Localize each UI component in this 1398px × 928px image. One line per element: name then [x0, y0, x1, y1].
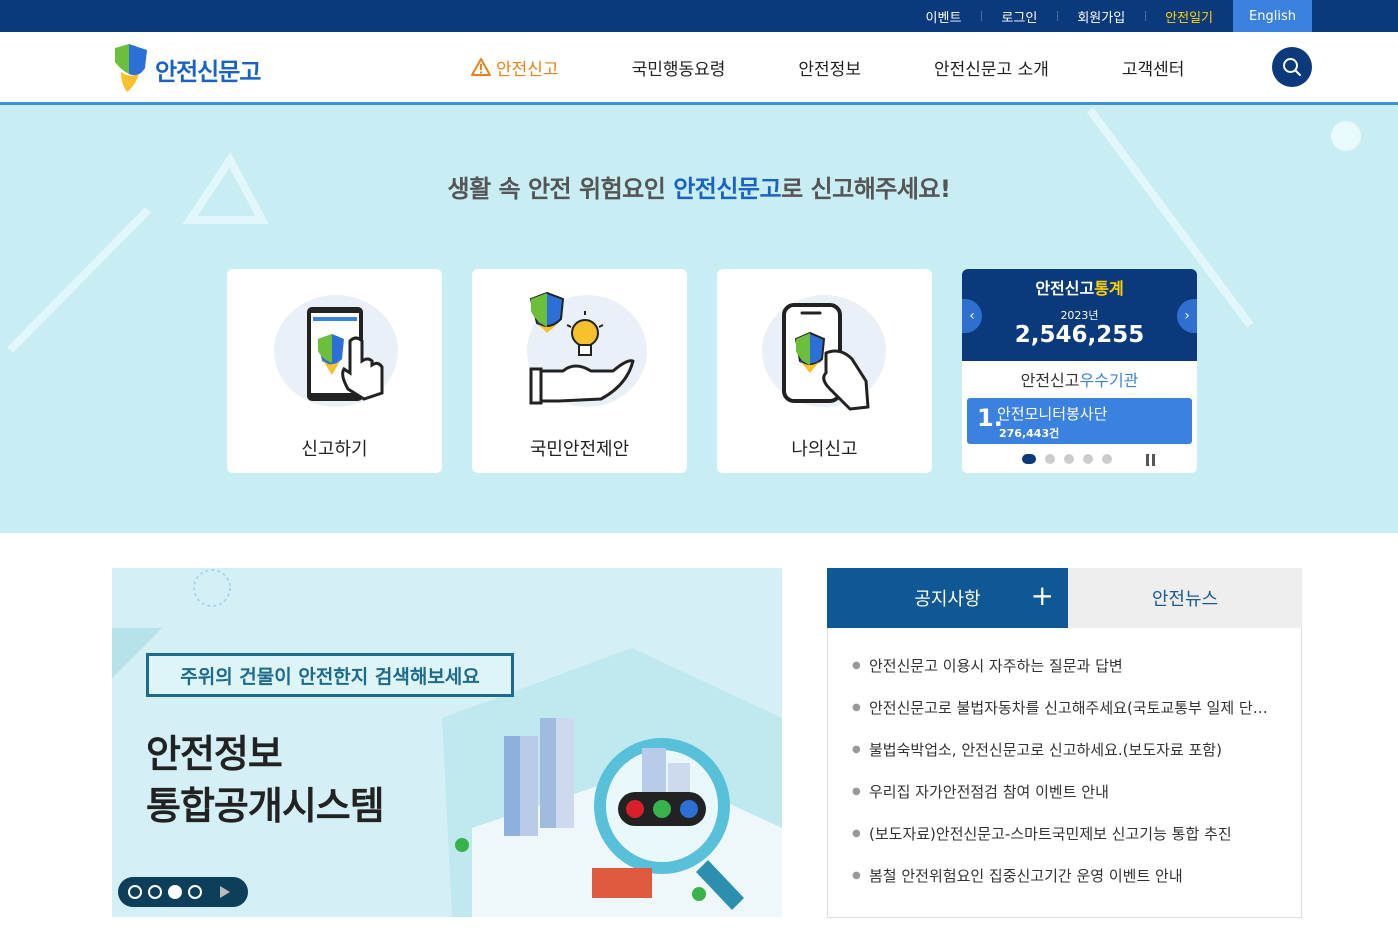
- hero-title: 생활 속 안전 위험요인 안전신문고로 신고해주세요!: [0, 169, 1398, 204]
- hero-title-post: 로 신고해주세요!: [781, 175, 951, 203]
- login-link[interactable]: 로그인: [981, 7, 1057, 26]
- hand-lightbulb-shield-icon: [527, 291, 647, 407]
- notice-list: ● 안전신문고 이용시 자주하는 질문과 답변 ● 안전신문고로 불법자동차를 신고…: [852, 655, 1282, 907]
- logo-text: 안전신문고: [155, 57, 261, 86]
- utility-bar: 이벤트 로그인 회원가입 안전일기 English: [0, 0, 1398, 32]
- notice-title: 안전신문고로 불법자동차를 신고해주세요(국토교통부 일제 단속 기간): [869, 699, 1269, 717]
- list-item[interactable]: ● 불법숙박업소, 안전신문고로 신고하세요.(보도자료 포함): [852, 739, 1282, 781]
- search-button[interactable]: [1272, 47, 1312, 87]
- list-item[interactable]: ● 안전신문고 이용시 자주하는 질문과 답변: [852, 655, 1282, 697]
- utility-links: 이벤트 로그인 회원가입 안전일기: [906, 0, 1233, 32]
- nav-about[interactable]: 안전신문고 소개: [934, 55, 1049, 80]
- top-agencies-title-main: 안전신고: [1020, 371, 1080, 390]
- notice-title: (보도자료)안전신문고-스마트국민제보 신고기능 통합 추진: [869, 825, 1232, 843]
- banner-headline: 안전정보 통합공개시스템: [146, 728, 385, 832]
- bullet-icon: ●: [852, 786, 861, 797]
- notice-title: 불법숙박업소, 안전신문고로 신고하세요.(보도자료 포함): [869, 741, 1222, 759]
- shield-logo-icon: [115, 44, 147, 92]
- nav-safety-info[interactable]: 안전정보: [798, 55, 861, 80]
- report-card-label: 신고하기: [301, 439, 368, 460]
- notice-panel: 공지사항 + 안전뉴스 ● 안전신문고 이용시 자주하는 질문과 답변 ● 안전신문…: [827, 568, 1302, 918]
- more-plus-icon[interactable]: +: [1031, 582, 1054, 610]
- stats-count: 2,546,255: [1014, 322, 1145, 348]
- top-agencies-title-accent: 우수기관: [1079, 371, 1139, 390]
- play-icon[interactable]: [220, 886, 230, 898]
- event-link[interactable]: 이벤트: [906, 7, 982, 26]
- notice-title: 봄철 안전위험요인 집중신고기간 운영 이벤트 안내: [869, 867, 1183, 885]
- hero-section: 생활 속 안전 위험요인 안전신문고로 신고해주세요! 신고하기 국민안전제안 …: [0, 105, 1398, 533]
- stats-pagination: [1022, 454, 1112, 464]
- list-item[interactable]: ● (보도자료)안전신문고-스마트국민제보 신고기능 통합 추진: [852, 823, 1282, 865]
- hero-title-accent: 안전신문고: [673, 175, 782, 203]
- nav-label: 안전신고: [496, 59, 559, 80]
- nav-customer-center[interactable]: 고객센터: [1122, 55, 1185, 80]
- stats-title: 안전신고통계: [962, 275, 1197, 299]
- report-stats-card: 안전신고통계 2023년 2,546,255 ‹ › 안전신고우수기관 1. 안…: [962, 269, 1197, 473]
- list-item[interactable]: ● 봄철 안전위험요인 집중신고기간 운영 이벤트 안내: [852, 865, 1282, 907]
- list-item[interactable]: ● 우리집 자가안전점검 참여 이벤트 안내: [852, 781, 1282, 823]
- banner-headline-line-2: 통합공개시스템: [146, 784, 385, 828]
- list-item[interactable]: ● 안전신문고로 불법자동차를 신고해주세요(국토교통부 일제 단속 기간): [852, 697, 1282, 739]
- logo[interactable]: 안전신문고: [111, 44, 261, 94]
- safety-proposal-card[interactable]: 국민안전제안: [472, 269, 687, 473]
- stats-page-dot-1[interactable]: [1022, 454, 1036, 464]
- bullet-icon: ●: [852, 828, 861, 839]
- tab-safety-news[interactable]: 안전뉴스: [1068, 568, 1302, 628]
- phone-tap-shield-icon: [274, 295, 398, 407]
- banner-headline-line-1: 안전정보: [146, 732, 283, 776]
- top-agencies-title: 안전신고우수기관: [962, 367, 1197, 391]
- banner-dot-3[interactable]: [168, 885, 182, 899]
- tab-notices[interactable]: 공지사항 +: [827, 568, 1068, 628]
- banner-tagline: 주위의 건물이 안전한지 검색해보세요: [146, 653, 514, 697]
- rank-name: 안전모니터봉사단: [997, 405, 1108, 423]
- stats-page-dot-2[interactable]: [1045, 454, 1055, 464]
- stats-header: 안전신고통계 2023년 2,546,255 ‹ ›: [962, 269, 1197, 361]
- stats-page-dot-3[interactable]: [1064, 454, 1074, 464]
- bullet-icon: ●: [852, 702, 861, 713]
- banner-dot-1[interactable]: [128, 885, 142, 899]
- tab-notices-label: 공지사항: [914, 589, 981, 610]
- banner-controls: [118, 877, 248, 907]
- my-report-label: 나의신고: [791, 439, 858, 460]
- my-report-card[interactable]: 나의신고: [717, 269, 932, 473]
- banner-dot-4[interactable]: [188, 885, 202, 899]
- stats-page-dot-5[interactable]: [1102, 454, 1112, 464]
- nav-safety-report[interactable]: 안전신고: [470, 55, 559, 80]
- bullet-icon: ●: [852, 744, 861, 755]
- top-agency-item[interactable]: 1. 안전모니터봉사단 276,443건: [967, 398, 1192, 444]
- hero-title-pre: 생활 속 안전 위험요인: [447, 175, 674, 203]
- stats-page-dot-4[interactable]: [1083, 454, 1093, 464]
- phone-hand-shield-icon: [762, 295, 886, 411]
- warning-triangle-icon: [471, 58, 491, 76]
- signup-link[interactable]: 회원가입: [1057, 7, 1145, 26]
- nav-action-guide[interactable]: 국민행동요령: [632, 55, 726, 80]
- safety-proposal-label: 국민안전제안: [529, 439, 630, 460]
- english-button[interactable]: English: [1233, 0, 1312, 32]
- banner-dot-2[interactable]: [148, 885, 162, 899]
- report-card[interactable]: 신고하기: [227, 269, 442, 473]
- safety-diary-link[interactable]: 안전일기: [1145, 7, 1233, 26]
- notice-tabs: 공지사항 + 안전뉴스: [827, 568, 1302, 628]
- notice-title: 우리집 자가안전점검 참여 이벤트 안내: [869, 783, 1109, 801]
- rank-value: 276,443건: [999, 427, 1060, 440]
- global-nav: 안전신고 국민행동요령 안전정보 안전신문고 소개 고객센터: [470, 32, 1184, 102]
- stats-title-accent: 통계: [1094, 279, 1124, 298]
- notice-title: 안전신문고 이용시 자주하는 질문과 답변: [869, 657, 1123, 675]
- pause-icon[interactable]: [1146, 454, 1158, 466]
- stats-year: 2023년: [1060, 309, 1099, 322]
- stats-title-main: 안전신고: [1035, 279, 1095, 298]
- bullet-icon: ●: [852, 870, 861, 881]
- search-icon: [1283, 58, 1301, 76]
- bullet-icon: ●: [852, 660, 861, 671]
- header: 안전신문고 안전신고 국민행동요령 안전정보 안전신문고 소개 고객센터: [0, 32, 1398, 105]
- promo-banner[interactable]: 주위의 건물이 안전한지 검색해보세요 안전정보 통합공개시스템: [112, 568, 782, 917]
